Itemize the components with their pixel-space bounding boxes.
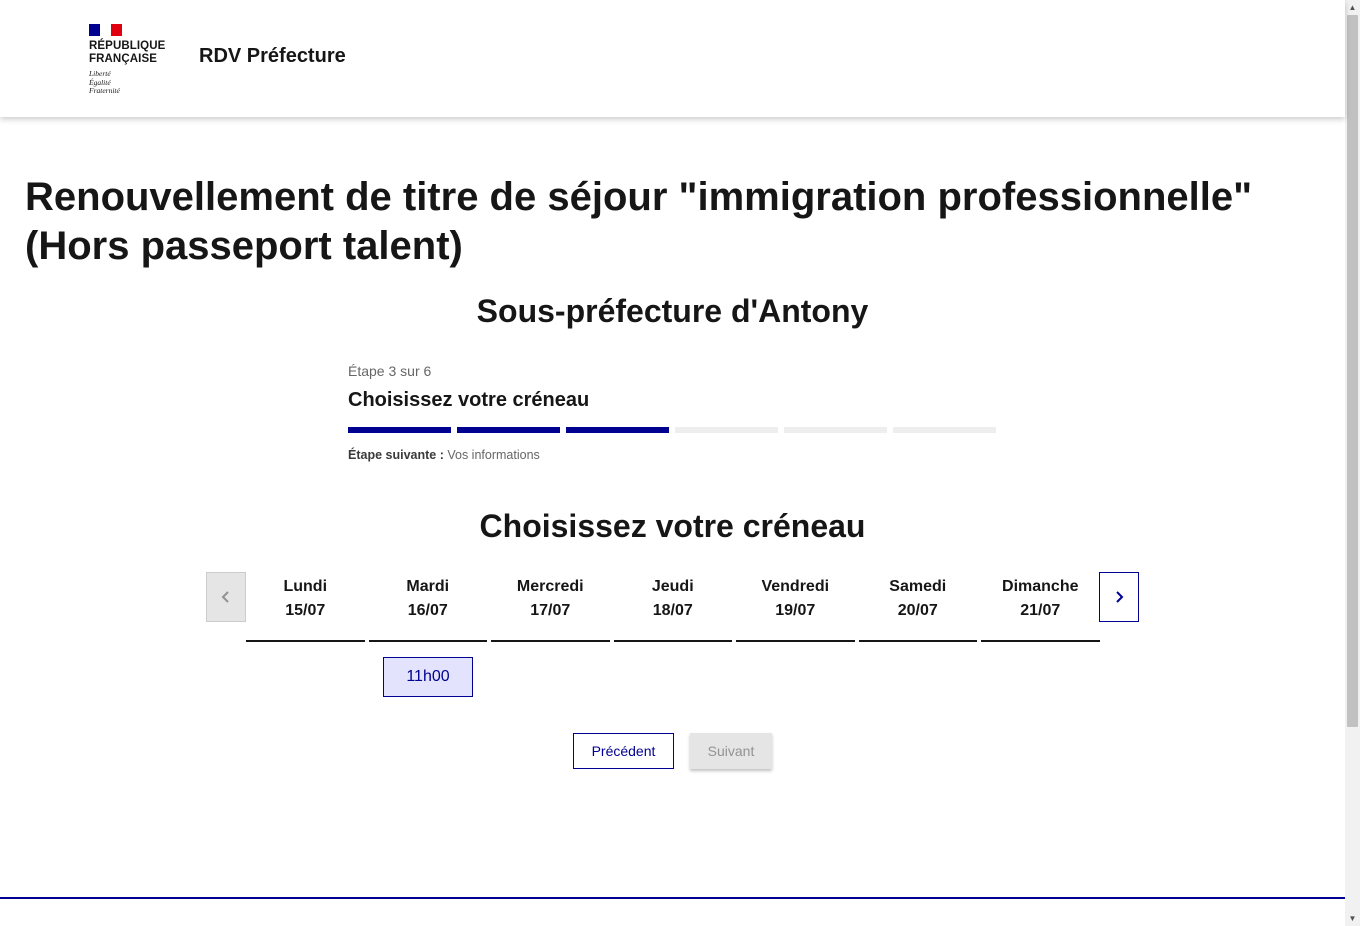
stepper-next-step: Étape suivante : Vos informations [348, 448, 1008, 462]
next-week-button[interactable] [1099, 572, 1139, 622]
stepper-bar [566, 427, 669, 433]
footer-border [0, 897, 1345, 899]
day-date: 18/07 [652, 602, 693, 619]
day-name: Mardi [406, 578, 450, 595]
day-date: 21/07 [1020, 602, 1061, 619]
stepper: Étape 3 sur 6 Choisissez votre créneau É… [348, 363, 1008, 462]
stepper-next-value: Vos informations [447, 448, 540, 462]
scrollbar-thumb[interactable] [1347, 15, 1358, 727]
chevron-left-icon [221, 591, 229, 603]
day-name: Mercredi [516, 578, 584, 595]
day-date: 19/07 [775, 602, 816, 619]
vertical-scrollbar[interactable]: ▲ ▼ [1345, 0, 1360, 926]
stepper-bar [893, 427, 996, 433]
day-name: Jeudi [651, 578, 694, 595]
stepper-state: Étape 3 sur 6 [348, 363, 432, 379]
stepper-bar [675, 427, 778, 433]
marianne-line-2: FRANÇAISE [89, 53, 157, 65]
site-header: RÉPUBLIQUE FRANÇAISE Liberté Égalité Fra… [0, 0, 1345, 117]
day-column: Mardi 16/07 [368, 572, 487, 642]
chevron-right-icon [1116, 591, 1124, 603]
previous-week-button[interactable] [206, 572, 246, 622]
day-date: 20/07 [897, 602, 938, 619]
stepper-next-label: Étape suivante : [348, 448, 444, 462]
page: RÉPUBLIQUE FRANÇAISE Liberté Égalité Fra… [0, 0, 1345, 926]
calendar-title: Choisissez votre créneau [479, 508, 866, 544]
stepper-bar [457, 427, 560, 433]
time-slot-button[interactable]: 11h00 [383, 657, 473, 697]
scroll-up-icon[interactable]: ▲ [1345, 0, 1360, 15]
scroll-down-icon[interactable]: ▼ [1345, 911, 1360, 926]
site-title: Sous-préfecture d'Antony [476, 293, 869, 329]
calendar-days: Lundi 15/07 Mardi 16/07 Mercredi 17/07 Jeudi 18… [246, 572, 1100, 642]
marianne-line-1: RÉPUBLIQUE [89, 40, 166, 52]
service-title[interactable]: RDV Préfecture [199, 45, 346, 68]
republique-francaise-logo[interactable]: RÉPUBLIQUE FRANÇAISE Liberté Égalité Fra… [89, 24, 169, 96]
french-flag-icon [89, 24, 122, 36]
stepper-bar [784, 427, 887, 433]
day-name: Vendredi [761, 578, 830, 595]
stepper-bar [348, 427, 451, 433]
day-column: Samedi 20/07 [858, 572, 977, 642]
day-name: Lundi [283, 578, 328, 595]
day-column: Lundi 15/07 [246, 572, 365, 642]
day-column: Mercredi 17/07 [491, 572, 610, 642]
day-column: Dimanche 21/07 [981, 572, 1100, 642]
day-name: Dimanche [1002, 578, 1079, 595]
next-button[interactable]: Suivant [690, 733, 772, 769]
devise-fraternite: Fraternité [89, 86, 120, 95]
page-title: Renouvellement de titre de séjour "immig… [25, 175, 1253, 268]
day-name: Samedi [889, 578, 947, 595]
previous-button[interactable]: Précédent [573, 733, 674, 769]
stepper-title: Choisissez votre créneau [348, 389, 590, 411]
day-column: Jeudi 18/07 [613, 572, 732, 642]
day-column: Vendredi 19/07 [736, 572, 855, 642]
stepper-progress [348, 427, 1008, 433]
day-date: 17/07 [530, 602, 571, 619]
day-date: 15/07 [285, 602, 326, 619]
day-date: 16/07 [407, 602, 448, 619]
